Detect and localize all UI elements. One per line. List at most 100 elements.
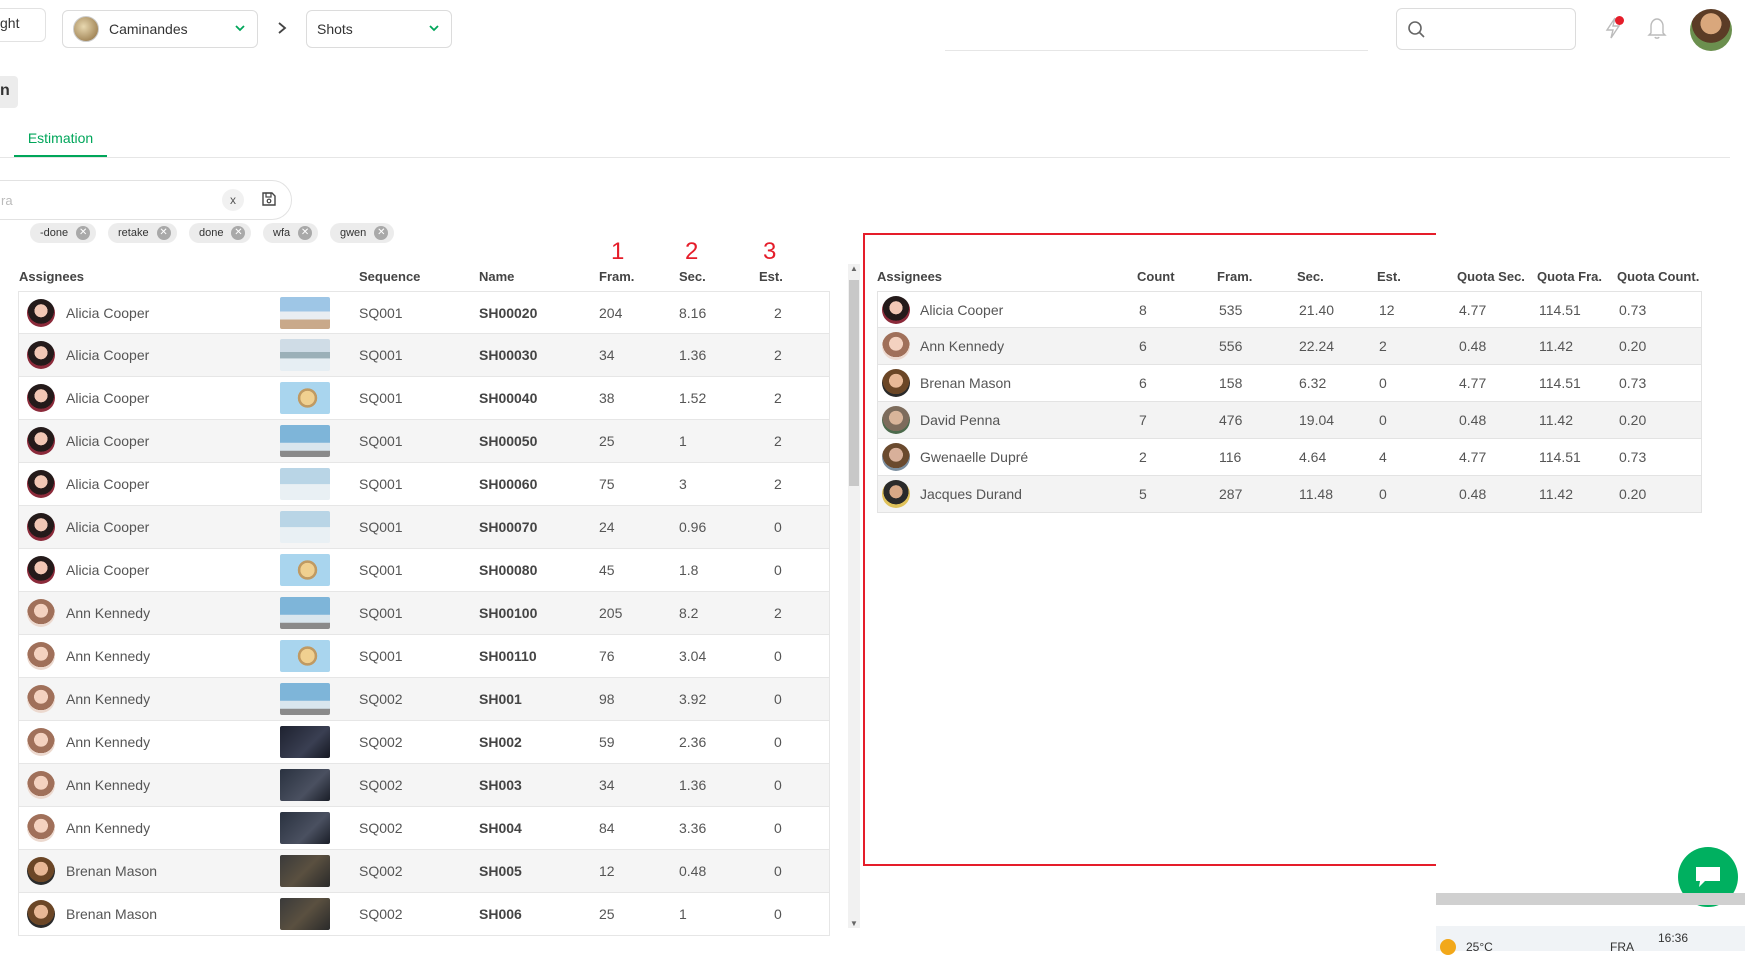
- col-header-seconds[interactable]: Sec.: [1297, 269, 1324, 284]
- table-row[interactable]: Alicia Cooper SQ001 SH00060 75 3 2: [18, 463, 830, 506]
- search-input[interactable]: [1396, 8, 1576, 50]
- table-row[interactable]: Alicia Cooper SQ001 SH00020 204 8.16 2: [18, 291, 830, 334]
- col-header-count[interactable]: Count: [1137, 269, 1175, 284]
- col-header-sequence[interactable]: Sequence: [359, 269, 420, 284]
- shot-thumbnail[interactable]: [280, 597, 330, 629]
- estimation-cell[interactable]: 0: [774, 734, 782, 750]
- filter-chip[interactable]: gwen ✕: [330, 223, 395, 243]
- shot-thumbnail[interactable]: [280, 297, 330, 329]
- shot-thumbnail[interactable]: [280, 683, 330, 715]
- table-row[interactable]: Ann Kennedy SQ002 SH002 59 2.36 0: [18, 721, 830, 764]
- estimation-cell[interactable]: 2: [774, 347, 782, 363]
- filter-chip[interactable]: done ✕: [189, 223, 252, 243]
- shot-name[interactable]: SH001: [479, 691, 522, 707]
- shot-thumbnail[interactable]: [280, 382, 330, 414]
- section-selector[interactable]: Shots: [306, 10, 452, 48]
- estimation-cell[interactable]: 0: [774, 906, 782, 922]
- shot-thumbnail[interactable]: [280, 726, 330, 758]
- estimation-cell[interactable]: 0: [774, 648, 782, 664]
- shot-name[interactable]: SH00060: [479, 476, 537, 492]
- close-icon[interactable]: ✕: [298, 226, 313, 240]
- clock-time[interactable]: 16:36: [1658, 931, 1688, 945]
- vertical-scrollbar[interactable]: ▲ ▼: [848, 264, 860, 928]
- shot-thumbnail[interactable]: [280, 468, 330, 500]
- clear-filter-button[interactable]: x: [222, 189, 244, 211]
- table-row[interactable]: Ann Kennedy 6 556 22.24 2 0.48 11.42 0.2…: [877, 328, 1702, 365]
- tab-estimation[interactable]: Estimation: [14, 130, 107, 157]
- shot-name[interactable]: SH00110: [479, 648, 537, 664]
- bell-icon[interactable]: [1646, 16, 1668, 40]
- table-row[interactable]: Ann Kennedy SQ002 SH004 84 3.36 0: [18, 807, 830, 850]
- table-row[interactable]: Brenan Mason SQ002 SH006 25 1 0: [18, 893, 830, 936]
- partial-input[interactable]: ght: [0, 8, 46, 42]
- shot-name[interactable]: SH004: [479, 820, 522, 836]
- shot-thumbnail[interactable]: [280, 640, 330, 672]
- table-row[interactable]: Ann Kennedy SQ002 SH003 34 1.36 0: [18, 764, 830, 807]
- shot-thumbnail[interactable]: [280, 425, 330, 457]
- horizontal-scrollbar[interactable]: [1436, 893, 1745, 905]
- shot-name[interactable]: SH003: [479, 777, 522, 793]
- col-header-quota-fra[interactable]: Quota Fra.: [1537, 269, 1602, 284]
- estimation-cell[interactable]: 0: [774, 519, 782, 535]
- shot-name[interactable]: SH00030: [479, 347, 537, 363]
- shot-name[interactable]: SH00020: [479, 305, 537, 321]
- table-row[interactable]: David Penna 7 476 19.04 0 0.48 11.42 0.2…: [877, 402, 1702, 439]
- shot-name[interactable]: SH005: [479, 863, 522, 879]
- shot-name[interactable]: SH002: [479, 734, 522, 750]
- scrollbar-thumb[interactable]: [849, 280, 859, 486]
- shot-thumbnail[interactable]: [280, 855, 330, 887]
- estimation-cell[interactable]: 0: [774, 691, 782, 707]
- col-header-name[interactable]: Name: [479, 269, 514, 284]
- estimation-cell[interactable]: 0: [774, 777, 782, 793]
- table-row[interactable]: Brenan Mason 6 158 6.32 0 4.77 114.51 0.…: [877, 365, 1702, 402]
- table-row[interactable]: Alicia Cooper SQ001 SH00040 38 1.52 2: [18, 377, 830, 420]
- estimation-cell[interactable]: 2: [774, 433, 782, 449]
- table-row[interactable]: Alicia Cooper SQ001 SH00050 25 1 2: [18, 420, 830, 463]
- table-row[interactable]: Alicia Cooper 8 535 21.40 12 4.77 114.51…: [877, 291, 1702, 328]
- project-selector[interactable]: Caminandes: [62, 10, 258, 48]
- scroll-down-icon[interactable]: ▼: [850, 919, 858, 928]
- table-row[interactable]: Ann Kennedy SQ001 SH00100 205 8.2 2: [18, 592, 830, 635]
- col-header-quota-count[interactable]: Quota Count.: [1617, 269, 1699, 284]
- user-avatar[interactable]: [1690, 9, 1732, 51]
- save-icon[interactable]: [261, 191, 277, 207]
- shot-thumbnail[interactable]: [280, 812, 330, 844]
- col-header-quota-sec[interactable]: Quota Sec.: [1457, 269, 1525, 284]
- estimation-cell[interactable]: 0: [774, 820, 782, 836]
- table-row[interactable]: Alicia Cooper SQ001 SH00080 45 1.8 0: [18, 549, 830, 592]
- shot-thumbnail[interactable]: [280, 898, 330, 930]
- table-row[interactable]: Gwenaelle Dupré 2 116 4.64 4 4.77 114.51…: [877, 439, 1702, 476]
- shot-thumbnail[interactable]: [280, 769, 330, 801]
- filter-chip[interactable]: retake ✕: [108, 223, 177, 243]
- shot-name[interactable]: SH00080: [479, 562, 537, 578]
- estimation-cell[interactable]: 2: [774, 605, 782, 621]
- filter-input[interactable]: ra: [0, 180, 292, 220]
- filter-chip[interactable]: wfa ✕: [263, 223, 319, 243]
- estimation-cell[interactable]: 2: [774, 390, 782, 406]
- shot-name[interactable]: SH00070: [479, 519, 537, 535]
- col-header-frames[interactable]: Fram.: [1217, 269, 1252, 284]
- estimation-cell[interactable]: 2: [774, 476, 782, 492]
- scroll-up-icon[interactable]: ▲: [850, 264, 858, 273]
- col-header-estimation[interactable]: Est.: [759, 269, 783, 284]
- shot-thumbnail[interactable]: [280, 511, 330, 543]
- estimation-cell[interactable]: 0: [774, 562, 782, 578]
- col-header-frames[interactable]: Fram.: [599, 269, 634, 284]
- filter-chip[interactable]: -done ✕: [30, 223, 97, 243]
- shot-name[interactable]: SH00100: [479, 605, 537, 621]
- estimation-cell[interactable]: 2: [774, 305, 782, 321]
- table-row[interactable]: Ann Kennedy SQ002 SH001 98 3.92 0: [18, 678, 830, 721]
- side-toggle-button[interactable]: n: [0, 76, 18, 108]
- shot-thumbnail[interactable]: [280, 554, 330, 586]
- table-row[interactable]: Ann Kennedy SQ001 SH00110 76 3.04 0: [18, 635, 830, 678]
- col-header-estimation[interactable]: Est.: [1377, 269, 1401, 284]
- language-indicator[interactable]: FRA: [1610, 940, 1634, 954]
- close-icon[interactable]: ✕: [156, 226, 171, 240]
- table-row[interactable]: Brenan Mason SQ002 SH005 12 0.48 0: [18, 850, 830, 893]
- table-row[interactable]: Alicia Cooper SQ001 SH00030 34 1.36 2: [18, 334, 830, 377]
- close-icon[interactable]: ✕: [76, 226, 91, 240]
- col-header-assignees[interactable]: Assignees: [19, 269, 84, 284]
- shot-thumbnail[interactable]: [280, 339, 330, 371]
- close-icon[interactable]: ✕: [231, 226, 246, 240]
- table-row[interactable]: Jacques Durand 5 287 11.48 0 0.48 11.42 …: [877, 476, 1702, 513]
